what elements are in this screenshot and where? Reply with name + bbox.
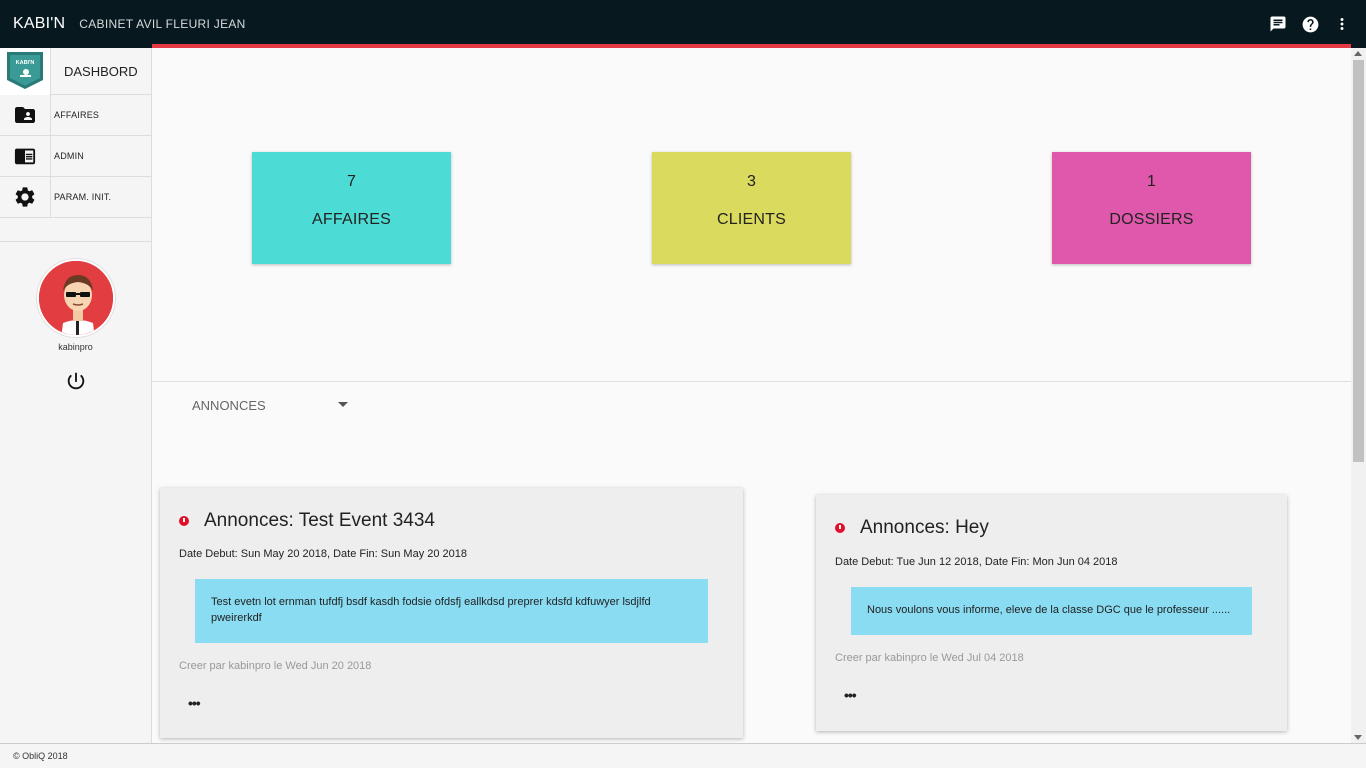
section-divider [152, 381, 1351, 382]
announcement-card: Annonces: Hey Date Debut: Tue Jun 12 201… [816, 495, 1287, 731]
stat-label: DOSSIERS [1109, 211, 1194, 228]
stat-label: CLIENTS [717, 211, 786, 228]
sidebar-item-param-init[interactable]: PARAM. INIT. [0, 176, 151, 218]
settings-icon [0, 176, 51, 218]
help-icon[interactable] [1300, 14, 1320, 34]
avatar[interactable] [36, 259, 115, 337]
message-icon[interactable] [1268, 14, 1288, 34]
announcement-dates: Date Debut: Sun May 20 2018, Date Fin: S… [179, 548, 468, 560]
logo-text: KABI'N [16, 60, 35, 66]
stat-card-affaires[interactable]: 7 AFFAIRES [252, 152, 451, 264]
sidebar-item-label: PARAM. INIT. [54, 192, 112, 202]
more-options-button[interactable]: ••• [188, 695, 201, 711]
top-actions [1268, 14, 1352, 34]
chevron-down-icon [338, 402, 348, 407]
scroll-up-arrow[interactable] [1354, 51, 1362, 56]
power-icon[interactable] [65, 370, 87, 392]
stat-count: 3 [747, 173, 756, 190]
sidebar-item-dashboard[interactable]: DASHBORD [51, 48, 138, 94]
announcement-header: Annonces: Hey [835, 517, 989, 539]
user-profile: kabinpro [0, 242, 151, 392]
stat-label: AFFAIRES [312, 211, 391, 228]
copyright-text: © ObliQ 2018 [13, 751, 68, 761]
sidebar: KABI'N DASHBORD AFFAIRES ADMIN PARAM. IN… [0, 48, 152, 743]
username: kabinpro [58, 342, 93, 352]
sidebar-item-label: ADMIN [54, 151, 84, 161]
announcement-header: Annonces: Test Event 3434 [179, 510, 435, 532]
app-logo: KABI'N [0, 48, 51, 95]
announcement-card: Annonces: Test Event 3434 Date Debut: Su… [160, 488, 743, 738]
scroll-thumb[interactable] [1353, 60, 1364, 462]
stat-card-clients[interactable]: 3 CLIENTS [652, 152, 851, 264]
announcement-meta: Creer par kabinpro le Wed Jul 04 2018 [835, 652, 1024, 664]
stat-count: 7 [347, 173, 356, 190]
select-value: ANNONCES [192, 397, 266, 413]
alert-icon [835, 523, 845, 533]
announcement-dates: Date Debut: Tue Jun 12 2018, Date Fin: M… [835, 556, 1118, 568]
alert-icon [179, 516, 189, 526]
sidebar-item-affaires[interactable]: AFFAIRES [0, 94, 151, 136]
top-app-bar: KABI'N CABINET AVIL FLEURI JEAN [0, 0, 1366, 48]
chrome-reader-mode-icon [0, 135, 51, 177]
sidebar-item-admin[interactable]: ADMIN [0, 135, 151, 177]
main-content: 7 AFFAIRES 3 CLIENTS 1 DOSSIERS ANNONCES… [152, 48, 1351, 743]
announcement-type-select[interactable]: ANNONCES [192, 394, 352, 416]
sidebar-spacer [0, 218, 151, 242]
more-vert-icon[interactable] [1332, 14, 1352, 34]
sidebar-dashboard-row[interactable]: KABI'N DASHBORD [0, 48, 151, 95]
announcement-body: Test evetn lot ernman tufdfj bsdf kasdh … [195, 579, 708, 643]
folder-shared-icon [0, 94, 51, 136]
stat-count: 1 [1147, 173, 1156, 190]
announcement-title: Annonces: Test Event 3434 [204, 510, 435, 531]
app-brand[interactable]: KABI'N [13, 15, 65, 33]
footer: © ObliQ 2018 [0, 743, 1366, 768]
more-options-button[interactable]: ••• [844, 687, 857, 703]
announcement-title: Annonces: Hey [860, 517, 989, 538]
scroll-down-arrow[interactable] [1354, 735, 1362, 740]
announcement-body: Nous voulons vous informe, eleve de la c… [851, 587, 1252, 635]
main-scrollbar[interactable] [1351, 48, 1366, 743]
cabinet-name: CABINET AVIL FLEURI JEAN [79, 17, 246, 31]
announcement-meta: Creer par kabinpro le Wed Jun 20 2018 [179, 660, 372, 672]
sidebar-item-label: AFFAIRES [54, 110, 100, 120]
stat-card-dossiers[interactable]: 1 DOSSIERS [1052, 152, 1251, 264]
